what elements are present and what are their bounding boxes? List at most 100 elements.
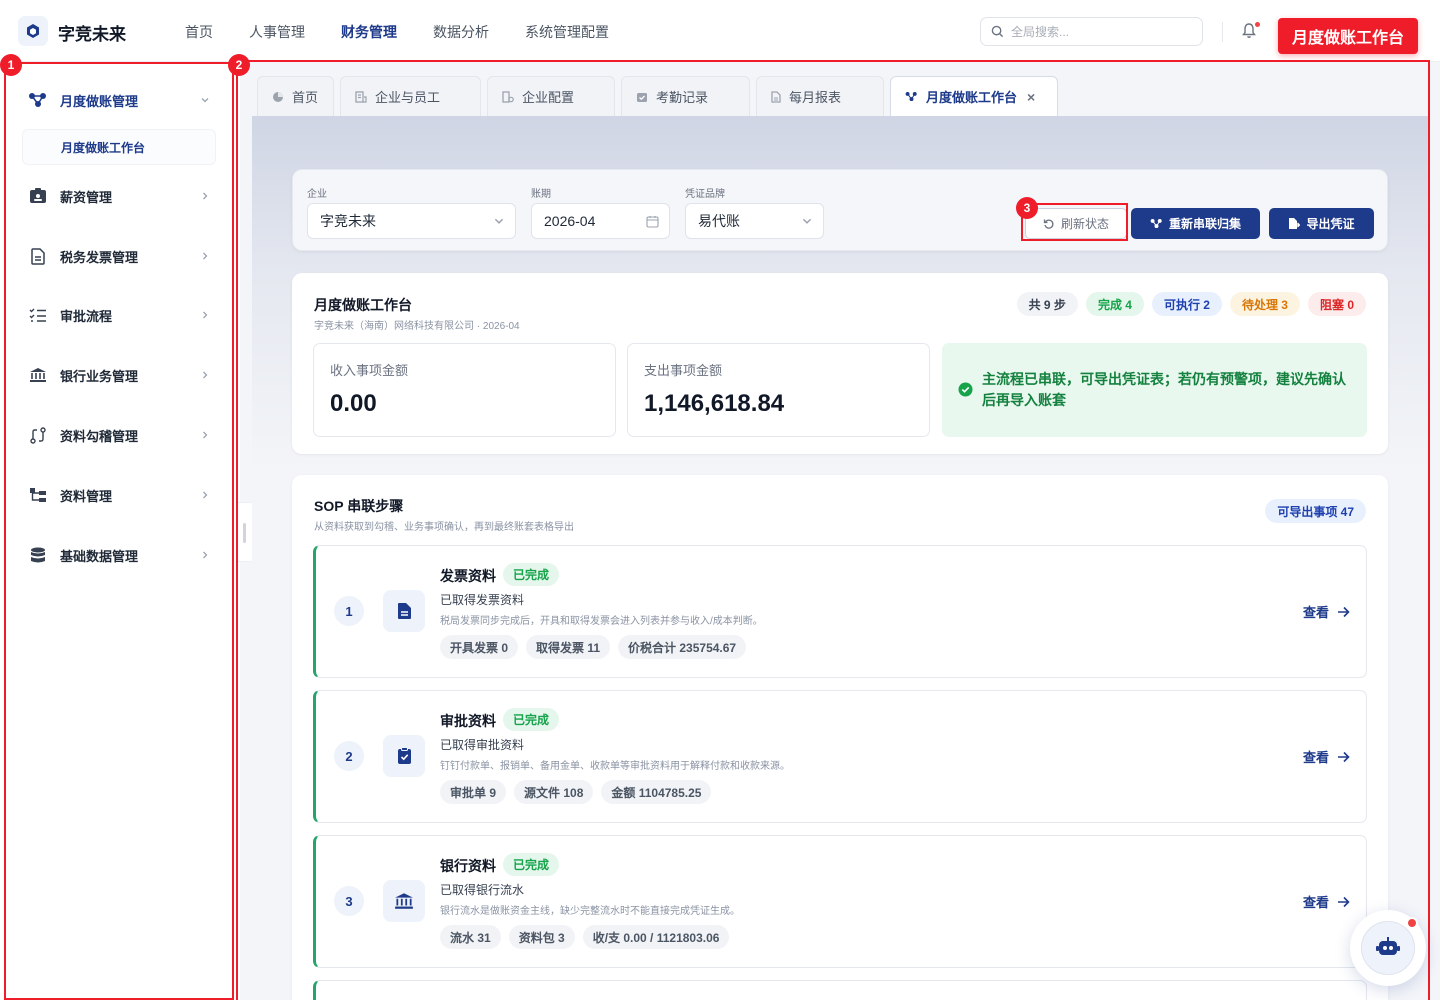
- step-number: 1: [334, 596, 364, 626]
- global-search[interactable]: [980, 17, 1203, 46]
- step-note: 钉钉付款单、报销单、备用金单、收款单等审批资料用于解释付款和收款来源。: [440, 761, 790, 772]
- topnav-finance[interactable]: 财务管理: [341, 22, 397, 42]
- badge-blocked: 阻塞 0: [1307, 292, 1366, 316]
- brand-select[interactable]: 易代账: [685, 203, 824, 239]
- period-label: 账期: [531, 189, 551, 200]
- close-icon[interactable]: ×: [1027, 89, 1035, 105]
- arrow-right-icon: [1338, 896, 1350, 907]
- step-chips: 审批单 9 源文件 108 金额 1104785.25: [440, 780, 712, 804]
- sop-subtitle: 从资料获取到勾稽、业务事项确认，再到最终账套表格导出: [314, 522, 574, 533]
- step-chip: 价税合计 235754.67: [618, 635, 747, 659]
- export-voucher-button[interactable]: 导出凭证: [1269, 208, 1374, 239]
- badge-total: 共 9 步: [1016, 292, 1078, 316]
- income-value: 0.00: [330, 390, 377, 417]
- step-number: 2: [334, 741, 364, 771]
- sidebar-item-monthly-accounting[interactable]: 月度做账管理: [18, 80, 218, 120]
- chevron-right-icon: [200, 251, 210, 261]
- tab-company-employees[interactable]: 企业与员工: [340, 76, 481, 116]
- view-button[interactable]: 查看: [1303, 602, 1350, 621]
- calendar-icon: [646, 215, 659, 228]
- check-circle-icon: [958, 382, 973, 397]
- refresh-label: 刷新状态: [1060, 217, 1109, 231]
- relink-label: 重新串联归集: [1168, 217, 1241, 231]
- exportable-badge: 可导出事项 47: [1265, 499, 1366, 523]
- chevron-down-icon: [801, 215, 813, 227]
- tab-label: 月度做账工作台: [926, 90, 1018, 105]
- app-name: 字竞未来: [58, 25, 126, 44]
- summary-subtitle: 字竞未来（海南）网络科技有限公司 · 2026-04: [314, 321, 520, 332]
- building-icon: [355, 90, 367, 103]
- search-icon: [991, 25, 1004, 38]
- tab-monthly-report[interactable]: 每月报表: [756, 76, 884, 116]
- sidebar-item-reconciliation[interactable]: 资料勾稽管理: [18, 415, 218, 455]
- clipboard-check-icon: [383, 735, 425, 777]
- step-desc: 已取得银行流水: [440, 883, 525, 897]
- refresh-status-button[interactable]: 刷新状态: [1025, 208, 1127, 239]
- topnav-analytics[interactable]: 数据分析: [433, 22, 489, 42]
- gear-building-icon: [502, 90, 514, 103]
- step-note: 银行流水是做账资金主线，缺少完整流水时不能直接完成凭证生成。: [440, 906, 740, 917]
- annotation-marker: 3: [1016, 197, 1038, 219]
- hexagon-logo-icon: [18, 16, 48, 46]
- brand-value: 易代账: [698, 213, 740, 229]
- period-picker[interactable]: 2026-04: [531, 203, 670, 239]
- chevron-right-icon: [200, 430, 210, 440]
- step-chip: 源文件 108: [514, 780, 594, 804]
- step-title: 银行资料: [440, 858, 496, 874]
- sidebar-item-tax-invoice[interactable]: 税务发票管理: [18, 236, 218, 276]
- tab-label: 企业配置: [522, 90, 575, 105]
- sop-step-partial: [313, 980, 1367, 1000]
- view-button[interactable]: 查看: [1303, 747, 1350, 766]
- step-note: 税局发票同步完成后，开具和取得发票会进入列表并参与收入/成本判断。: [440, 616, 763, 627]
- topnav-hr[interactable]: 人事管理: [249, 22, 305, 42]
- step-chips: 开具发票 0 取得发票 11 价税合计 235754.67: [440, 635, 747, 659]
- annotation-marker: 2: [228, 54, 250, 76]
- topnav-home[interactable]: 首页: [185, 22, 213, 42]
- tab-home[interactable]: 首页: [257, 76, 334, 116]
- tab-company-config[interactable]: 企业配置: [487, 76, 615, 116]
- chevron-down-icon: [493, 215, 505, 227]
- topnav-system[interactable]: 系统管理配置: [525, 22, 609, 42]
- step-chip: 收/支 0.00 / 1121803.06: [582, 925, 730, 949]
- calendar-check-icon: [636, 91, 648, 103]
- sop-step: 1 发票资料 已完成 已取得发票资料 税局发票同步完成后，开具和取得发票会进入列…: [313, 545, 1367, 678]
- relink-button[interactable]: 重新串联归集: [1131, 208, 1260, 239]
- sidebar-item-label: 资料管理: [60, 488, 113, 504]
- tab-monthly-workbench[interactable]: 月度做账工作台 ×: [890, 76, 1058, 116]
- arrow-right-icon: [1338, 606, 1350, 617]
- sidebar-item-label: 薪资管理: [60, 189, 113, 205]
- top-nav: 首页 人事管理 财务管理 数据分析 系统管理配置: [185, 22, 645, 42]
- step-desc: 已取得审批资料: [440, 738, 525, 752]
- sidebar-item-payroll[interactable]: 薪资管理: [18, 176, 218, 216]
- sop-step: 2 审批资料 已完成 已取得审批资料 钉钉付款单、报销单、备用金单、收款单等审批…: [313, 690, 1367, 823]
- step-desc: 已取得发票资料: [440, 593, 525, 607]
- view-button[interactable]: 查看: [1303, 892, 1350, 911]
- tab-label: 考勤记录: [656, 90, 709, 105]
- sidebar-item-banking[interactable]: 银行业务管理: [18, 355, 218, 395]
- sidebar: 月度做账管理 月度做账工作台 薪资管理 税务发票管理 审批流程 银行业务管理 资…: [0, 62, 240, 1000]
- badge-pending: 待处理 3: [1229, 292, 1300, 316]
- sidebar-item-materials[interactable]: 资料管理: [18, 475, 218, 515]
- sidebar-item-label: 银行业务管理: [60, 368, 139, 384]
- company-select[interactable]: 字竞未来: [307, 203, 516, 239]
- chevron-right-icon: [200, 370, 210, 380]
- step-chips: 流水 31 资料包 3 收/支 0.00 / 1121803.06: [440, 925, 730, 949]
- chevron-right-icon: [200, 191, 210, 201]
- search-input[interactable]: [1011, 24, 1181, 39]
- sop-title: SOP 串联步骤: [314, 498, 404, 514]
- tab-attendance[interactable]: 考勤记录: [621, 76, 750, 116]
- step-chip: 审批单 9: [440, 780, 507, 804]
- file-icon: [771, 90, 781, 103]
- checklist-icon: [26, 308, 50, 323]
- step-title: 审批资料: [440, 713, 496, 729]
- filter-bar: 企业 字竞未来 账期 2026-04 凭证品牌 易代账 刷新状态 重新串联归集 …: [292, 169, 1388, 251]
- period-value: 2026-04: [544, 213, 596, 229]
- sidebar-item-base-data[interactable]: 基础数据管理: [18, 535, 218, 575]
- income-stat: 收入事项金额 0.00: [313, 343, 616, 437]
- expense-label: 支出事项金额: [644, 363, 723, 378]
- workflow-icon: [1150, 218, 1162, 229]
- summary-title: 月度做账工作台: [314, 297, 412, 313]
- sidebar-subitem-workbench[interactable]: 月度做账工作台: [22, 129, 216, 165]
- summary-card: 月度做账工作台 字竞未来（海南）网络科技有限公司 · 2026-04 共 9 步…: [292, 273, 1388, 454]
- sidebar-item-approval[interactable]: 审批流程: [18, 295, 218, 335]
